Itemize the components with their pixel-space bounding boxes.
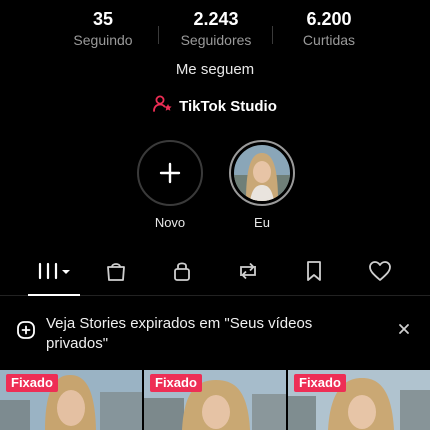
video-thumbnail[interactable]: Fixado [144, 370, 286, 430]
story-add-icon [16, 320, 36, 345]
pinned-badge: Fixado [294, 374, 346, 392]
new-story-label: Novo [154, 215, 186, 230]
following-label: Seguindo [73, 32, 133, 48]
repost-icon [236, 260, 260, 287]
studio-user-icon [153, 95, 173, 118]
following-count: 35 [92, 9, 114, 29]
tab-shop[interactable] [98, 258, 134, 288]
my-story-circle [229, 140, 295, 206]
likes-label: Curtidas [302, 32, 356, 48]
lock-icon [171, 260, 193, 287]
followers-count: 2.243 [193, 9, 239, 29]
new-story-circle [137, 140, 203, 206]
grid-icon [36, 261, 72, 286]
tab-liked[interactable] [362, 258, 398, 288]
close-icon[interactable] [396, 321, 412, 342]
expired-stories-banner[interactable]: Veja Stories expirados em "Seus vídeos p… [0, 312, 430, 364]
tab-reposts[interactable] [230, 258, 266, 288]
bag-icon [105, 260, 127, 287]
video-thumbnail[interactable]: Fixado [0, 370, 142, 430]
followers-stat[interactable]: 2.243 Seguidores [151, 8, 281, 49]
tab-videos[interactable] [28, 258, 80, 296]
likes-count: 6.200 [306, 9, 352, 29]
followers-label: Seguidores [180, 32, 252, 48]
following-stat[interactable]: 35 Seguindo [38, 8, 168, 49]
heart-icon [368, 260, 392, 287]
tiktok-studio-button[interactable]: TikTok Studio [0, 95, 430, 118]
video-grid: Fixado Fixado Fixado [0, 370, 430, 430]
pinned-badge: Fixado [150, 374, 202, 392]
video-thumbnail[interactable]: Fixado [288, 370, 430, 430]
likes-stat[interactable]: 6.200 Curtidas [264, 8, 394, 49]
studio-label: TikTok Studio [179, 97, 277, 115]
my-story[interactable]: Eu [228, 140, 296, 231]
my-story-label: Eu [254, 215, 270, 230]
banner-text: Veja Stories expirados em "Seus vídeos p… [46, 315, 313, 352]
pinned-badge: Fixado [6, 374, 58, 392]
bookmark-icon [304, 260, 324, 287]
profile-tabs [0, 252, 430, 296]
plus-icon [159, 157, 181, 189]
tab-private[interactable] [164, 258, 200, 288]
follow-back-link[interactable]: Me seguem [0, 60, 430, 80]
avatar [234, 145, 290, 201]
profile-stats: 35 Seguindo 2.243 Seguidores 6.200 Curti… [0, 8, 430, 52]
new-story-button[interactable]: Novo [136, 140, 204, 231]
tab-favorites[interactable] [296, 258, 332, 288]
